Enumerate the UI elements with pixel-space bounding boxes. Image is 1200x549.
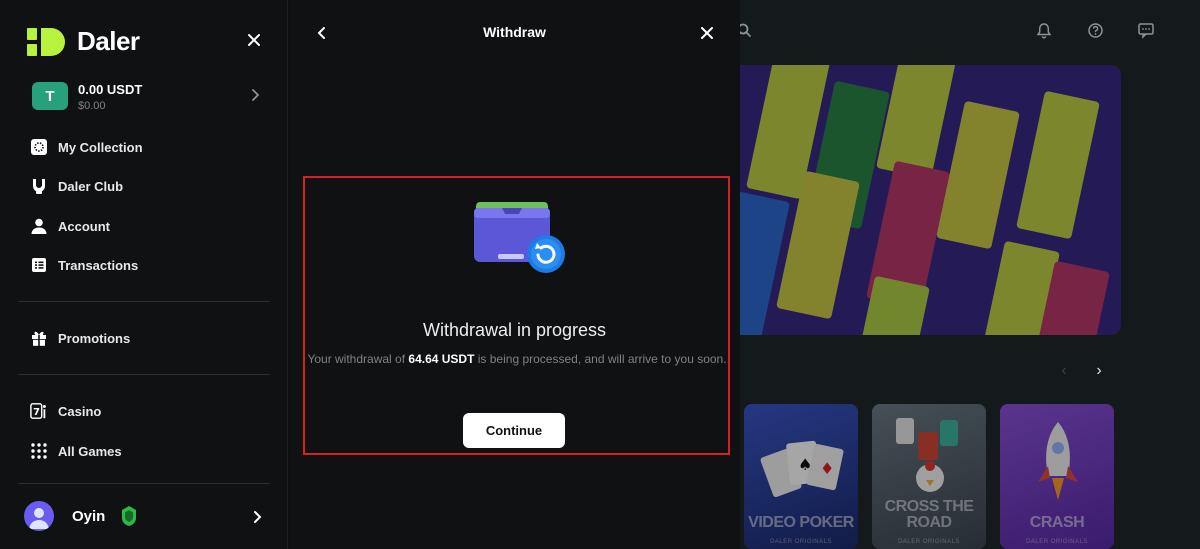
sidebar-item-label: All Games: [58, 443, 122, 459]
casino-icon: 7: [30, 402, 48, 420]
sidebar: Daler T 0.00 USDT $0.00 My Collection Da…: [0, 0, 288, 549]
brand-logo[interactable]: Daler: [27, 26, 140, 57]
status-title: Withdrawal in progress: [422, 320, 607, 340]
user-profile[interactable]: Oyin: [24, 500, 270, 532]
background-content: ‹ › ♠ ♦ VIDEO POKER DALER ORIGINALS CROS…: [737, 0, 1200, 549]
sidebar-item-daler-club[interactable]: Daler Club: [30, 175, 123, 197]
game-card-cross-the-road[interactable]: CROSS THE ROAD DALER ORIGINALS: [872, 404, 986, 549]
sidebar-item-label: Promotions: [58, 330, 131, 346]
user-icon: [30, 217, 48, 235]
level-badge-icon: [120, 505, 138, 527]
divider: [18, 301, 270, 302]
carousel-next-icon[interactable]: ›: [1089, 361, 1109, 381]
close-icon[interactable]: [244, 30, 264, 50]
chevron-right-icon: [248, 86, 262, 104]
brand-name: Daler: [77, 26, 140, 56]
sidebar-item-label: Account: [58, 218, 110, 234]
sidebar-item-label: Casino: [58, 403, 102, 419]
wallet-balance[interactable]: T 0.00 USDT $0.00: [30, 78, 270, 114]
sidebar-item-all-games[interactable]: All Games: [30, 440, 122, 462]
sidebar-item-transactions[interactable]: Transactions: [30, 254, 138, 276]
balance-amount: 0.00 USDT: [78, 82, 143, 97]
balance-usd: $0.00: [78, 100, 106, 112]
bell-icon[interactable]: [1036, 22, 1056, 42]
help-icon[interactable]: [1087, 22, 1107, 42]
sidebar-item-my-collection[interactable]: My Collection: [30, 136, 143, 158]
avatar: [24, 501, 54, 531]
status-message-prefix: Your withdrawal of: [307, 352, 409, 366]
hero-banner[interactable]: [740, 65, 1121, 335]
withdraw-panel: Withdraw Withdrawal in progress Your wit…: [289, 0, 740, 549]
divider: [18, 483, 270, 484]
gift-icon: [30, 329, 48, 347]
close-icon[interactable]: [698, 24, 716, 42]
tether-icon: T: [32, 82, 68, 110]
wallet-refresh-icon: [474, 202, 565, 273]
sidebar-item-label: Daler Club: [58, 178, 124, 194]
panel-title: Withdraw: [483, 24, 546, 40]
sidebar-item-label: My Collection: [58, 139, 143, 155]
app-root: ‹ › ♠ ♦ VIDEO POKER DALER ORIGINALS CROS…: [0, 0, 1200, 549]
daler-logo-icon: [27, 27, 65, 56]
svg-text:7: 7: [33, 407, 40, 418]
status-message-suffix: is being processed, and will arrive to y…: [474, 352, 727, 366]
carousel-prev-icon[interactable]: ‹: [1054, 361, 1074, 381]
grid-icon: [30, 442, 48, 460]
club-icon: [30, 177, 48, 195]
top-bar: [737, 0, 1200, 64]
withdraw-amount: 64.64 USDT: [408, 352, 475, 366]
status-message: Your withdrawal of 64.64 USDT is being p…: [307, 348, 727, 370]
chevron-right-icon: [250, 508, 264, 526]
user-name: Oyin: [72, 508, 106, 525]
game-card-video-poker[interactable]: ♠ ♦ VIDEO POKER DALER ORIGINALS: [744, 404, 858, 549]
sidebar-item-label: Transactions: [58, 257, 139, 273]
sidebar-item-promotions[interactable]: Promotions: [30, 327, 130, 349]
sidebar-item-account[interactable]: Account: [30, 215, 110, 237]
chat-icon[interactable]: [1137, 22, 1157, 42]
list-icon: [30, 256, 48, 274]
collection-icon: [30, 138, 48, 156]
divider: [18, 374, 270, 375]
game-card-crash[interactable]: CRASH DALER ORIGINALS: [1000, 404, 1114, 549]
sidebar-item-casino[interactable]: 7 Casino: [30, 400, 101, 422]
continue-button[interactable]: Continue: [463, 413, 565, 448]
